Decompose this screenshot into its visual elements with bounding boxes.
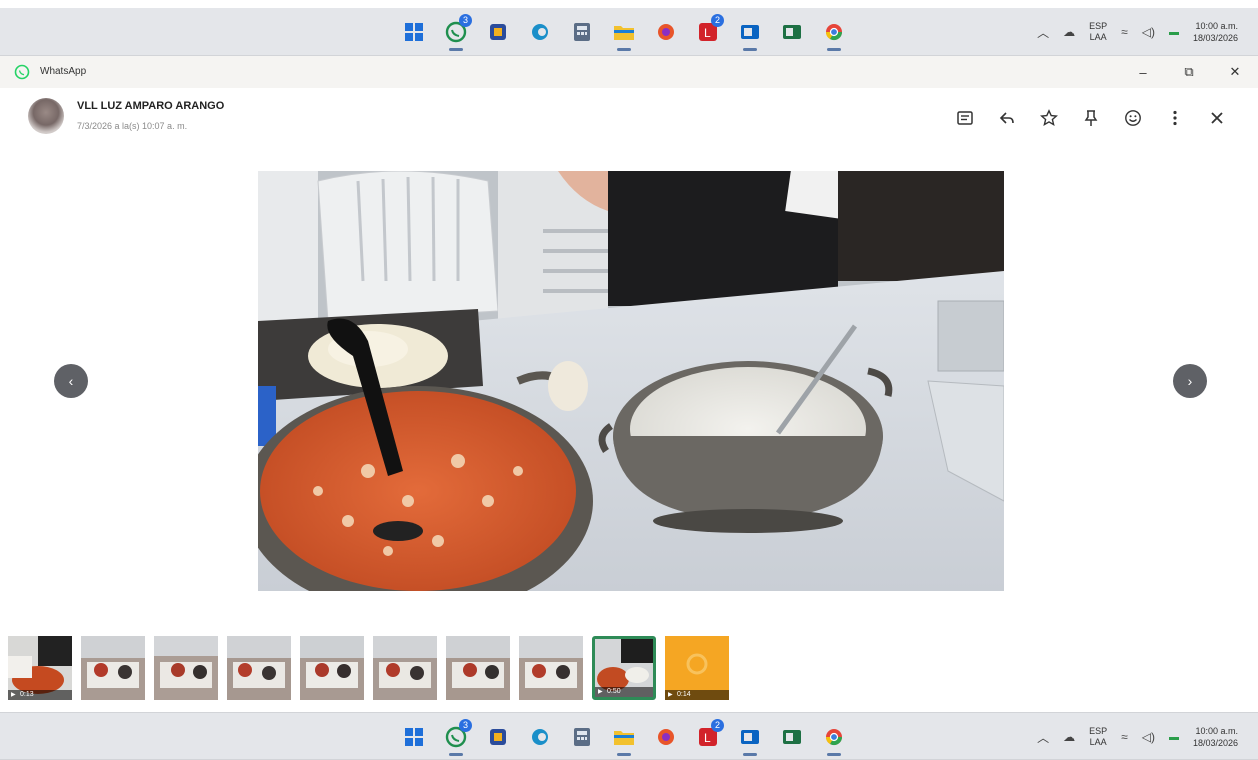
thumbnail-item[interactable]: 0:14 xyxy=(665,636,729,700)
store-app-icon[interactable] xyxy=(482,16,514,48)
outlook-icon[interactable] xyxy=(734,721,766,756)
chevron-up-icon[interactable]: ︿ xyxy=(1037,24,1049,41)
file-explorer-icon[interactable] xyxy=(608,721,640,756)
taskbar-top: 3 L 2 ︿ ☁ ESP LAA ≈ ◁) ▬ 10:00 a.m. 18/0… xyxy=(0,8,1258,56)
whatsapp-icon[interactable]: 3 xyxy=(440,719,472,756)
thumbnail-strip: 0:13 0:50 0:14 xyxy=(8,636,729,702)
star-icon[interactable] xyxy=(1028,106,1070,130)
badge: 2 xyxy=(711,14,724,27)
file-explorer-icon[interactable] xyxy=(608,16,640,51)
language-indicator[interactable]: ESP LAA xyxy=(1089,21,1107,43)
whatsapp-logo-icon xyxy=(14,64,30,80)
previous-media-button[interactable]: ‹ xyxy=(54,364,88,398)
react-emoji-icon[interactable] xyxy=(1112,106,1154,130)
windows-start-icon[interactable] xyxy=(398,16,430,48)
clock[interactable]: 10:00 a.m. 18/03/2026 xyxy=(1193,725,1238,749)
volume-icon[interactable]: ◁) xyxy=(1142,730,1155,744)
volume-icon[interactable]: ◁) xyxy=(1142,25,1155,39)
window-titlebar: WhatsApp – ⧉ ✕ xyxy=(0,56,1258,88)
taskbar-apps: 3 L 2 xyxy=(398,719,850,756)
thumbnail-item[interactable] xyxy=(373,636,437,700)
edge-browser-icon[interactable] xyxy=(524,721,556,753)
badge: 3 xyxy=(459,719,472,732)
pin-icon[interactable] xyxy=(1070,106,1112,130)
reply-icon[interactable] xyxy=(986,106,1028,130)
video-duration: 0:14 xyxy=(665,690,729,700)
wifi-icon[interactable]: ≈ xyxy=(1121,25,1128,39)
language-indicator[interactable]: ESP LAA xyxy=(1089,726,1107,748)
firefox-icon[interactable] xyxy=(650,721,682,753)
calculator-icon[interactable] xyxy=(566,721,598,753)
thumbnail-item[interactable] xyxy=(519,636,583,700)
chrome-icon[interactable] xyxy=(818,721,850,756)
viewer-actions xyxy=(944,106,1238,130)
red-app-icon[interactable]: L 2 xyxy=(692,719,724,753)
outlook-icon[interactable] xyxy=(734,16,766,51)
edge-browser-icon[interactable] xyxy=(524,16,556,48)
more-options-icon[interactable] xyxy=(1154,106,1196,130)
open-in-chat-icon[interactable] xyxy=(944,106,986,130)
media-viewer-header: VLL LUZ AMPARO ARANGO 7/3/2026 a la(s) 1… xyxy=(0,88,1258,148)
onedrive-icon[interactable]: ☁ xyxy=(1063,730,1075,744)
taskbar-bottom: 3 L 2 ︿ ☁ ESP LAA ≈ ◁) ▬ 10:00 a.m. 18/0… xyxy=(0,712,1258,760)
window-title: WhatsApp xyxy=(40,66,87,77)
calculator-icon[interactable] xyxy=(566,16,598,48)
badge: 2 xyxy=(711,719,724,732)
chrome-icon[interactable] xyxy=(818,16,850,51)
thumbnail-item[interactable]: 0:13 xyxy=(8,636,72,700)
video-duration: 0:50 xyxy=(595,687,653,697)
media-image xyxy=(258,171,1004,591)
close-icon[interactable] xyxy=(1196,106,1238,130)
thumbnail-item[interactable] xyxy=(227,636,291,700)
video-duration: 0:13 xyxy=(8,690,72,700)
minimize-button[interactable]: – xyxy=(1120,56,1166,88)
thumbnail-item-selected[interactable]: 0:50 xyxy=(592,636,656,700)
avatar[interactable] xyxy=(28,98,64,134)
close-window-button[interactable]: ✕ xyxy=(1212,56,1258,88)
svg-text:L: L xyxy=(704,26,711,40)
taskbar-apps: 3 L 2 xyxy=(398,14,850,51)
thumbnail-item[interactable] xyxy=(446,636,510,700)
system-tray: ︿ ☁ ESP LAA ≈ ◁) ▬ 10:00 a.m. 18/03/2026 xyxy=(1037,14,1238,50)
battery-icon[interactable]: ▬ xyxy=(1169,732,1179,743)
excel-icon[interactable] xyxy=(776,721,808,753)
clock[interactable]: 10:00 a.m. 18/03/2026 xyxy=(1193,20,1238,44)
store-app-icon[interactable] xyxy=(482,721,514,753)
onedrive-icon[interactable]: ☁ xyxy=(1063,25,1075,39)
system-tray: ︿ ☁ ESP LAA ≈ ◁) ▬ 10:00 a.m. 18/03/2026 xyxy=(1037,719,1238,755)
chevron-up-icon[interactable]: ︿ xyxy=(1037,729,1049,746)
restore-button[interactable]: ⧉ xyxy=(1166,56,1212,88)
thumbnail-item[interactable] xyxy=(81,636,145,700)
svg-text:L: L xyxy=(704,731,711,745)
thumbnail-item[interactable] xyxy=(154,636,218,700)
firefox-icon[interactable] xyxy=(650,16,682,48)
battery-icon[interactable]: ▬ xyxy=(1169,27,1179,38)
badge: 3 xyxy=(459,14,472,27)
next-media-button[interactable]: › xyxy=(1173,364,1207,398)
sender-name: VLL LUZ AMPARO ARANGO xyxy=(77,100,225,112)
thumbnail-item[interactable] xyxy=(300,636,364,700)
wifi-icon[interactable]: ≈ xyxy=(1121,730,1128,744)
windows-start-icon[interactable] xyxy=(398,721,430,753)
red-app-icon[interactable]: L 2 xyxy=(692,14,724,48)
whatsapp-icon[interactable]: 3 xyxy=(440,14,472,51)
excel-icon[interactable] xyxy=(776,16,808,48)
message-timestamp: 7/3/2026 a la(s) 10:07 a. m. xyxy=(77,121,188,131)
